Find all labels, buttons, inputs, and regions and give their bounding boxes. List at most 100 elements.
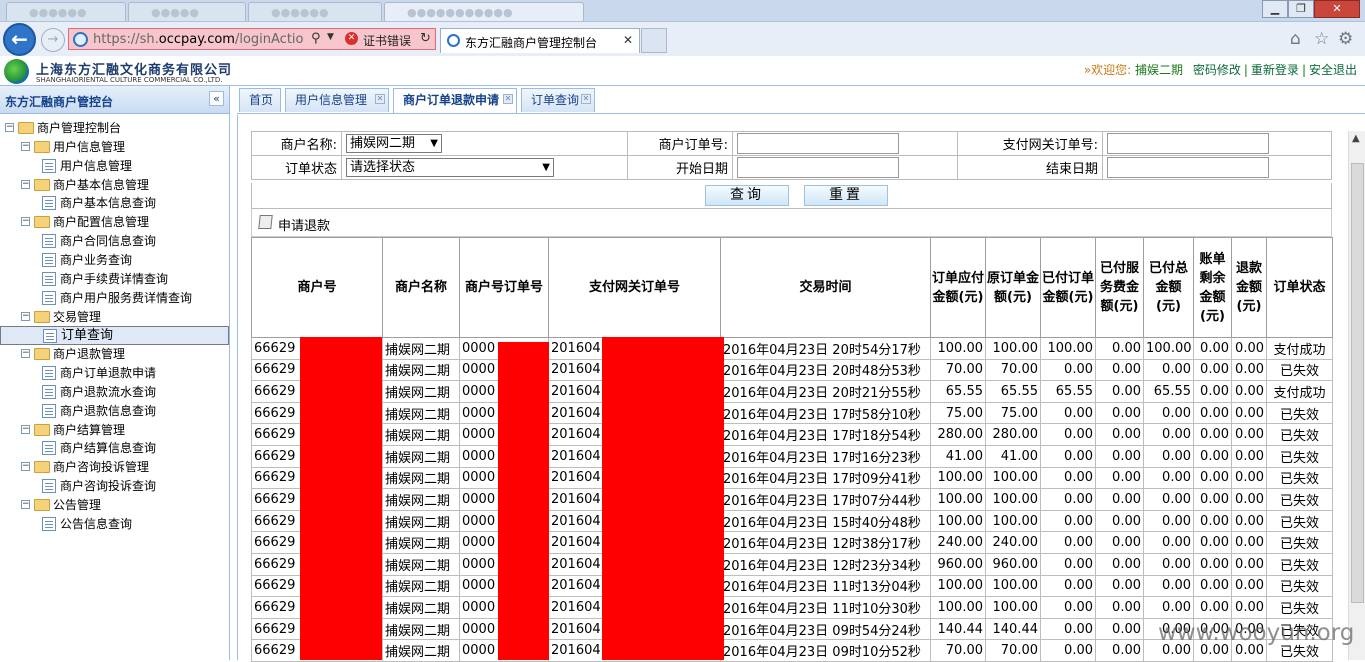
tree-item[interactable]: 商户手续费详情查询 <box>0 270 229 288</box>
home-icon[interactable]: ⌂ <box>1290 29 1301 49</box>
tree-item[interactable]: 商户咨询投诉查询 <box>0 477 229 495</box>
tree-item[interactable]: 商户合同信息查询 <box>0 232 229 250</box>
table-row[interactable]: 66629 捕娱网二期 0000 201604 2016年04月23日 17时07分44… <box>251 488 1333 511</box>
column-header[interactable]: 商户号订单号 <box>459 237 549 338</box>
tree-folder[interactable]: − 商户配置信息管理 <box>0 213 229 231</box>
collapse-toggle-icon[interactable]: − <box>21 424 30 434</box>
window-close-button[interactable]: ✕ <box>1314 0 1360 18</box>
chevron-down-icon[interactable]: ▼ <box>327 32 334 42</box>
column-header[interactable]: 退款金额(元) <box>1231 237 1267 338</box>
column-header[interactable]: 账单剩余金额(元) <box>1193 237 1232 338</box>
column-header[interactable]: 已付服务费金额(元) <box>1095 237 1144 338</box>
content-tab[interactable]: 商户订单退款申请 ✕ <box>393 88 517 113</box>
tree-item[interactable]: 商户业务查询 <box>0 251 229 269</box>
active-browser-tab[interactable]: 东方汇融商户管理控制台 ✕ <box>440 28 640 53</box>
collapse-toggle-icon[interactable]: − <box>21 462 30 472</box>
close-icon[interactable]: ✕ <box>581 94 591 104</box>
refresh-icon[interactable]: ↻ <box>420 31 431 46</box>
table-row[interactable]: 66629 捕娱网二期 0000 201604 2016年04月23日 17时18分54… <box>251 423 1333 446</box>
collapse-icon[interactable]: « <box>209 91 224 106</box>
background-tab[interactable]: ●●●●●● <box>6 2 126 21</box>
star-icon[interactable]: ☆ <box>1314 29 1329 49</box>
cert-error-label[interactable]: 证书错误 <box>363 32 411 49</box>
background-tab[interactable]: ●●●●●● <box>248 2 382 21</box>
collapse-toggle-icon[interactable]: − <box>21 349 30 359</box>
scrollbar-thumb[interactable] <box>1351 163 1364 603</box>
column-header[interactable]: 支付网关订单号 <box>548 237 721 338</box>
logout-link[interactable]: 安全退出 <box>1309 63 1357 77</box>
maximize-button[interactable]: ❐ <box>1288 0 1314 18</box>
tree-folder[interactable]: − 商户退款管理 <box>0 345 229 363</box>
table-row[interactable]: 66629 捕娱网二期 0000 201604 2016年04月23日 20时48分53… <box>251 358 1333 382</box>
gateway-order-input[interactable] <box>1107 133 1269 154</box>
table-row[interactable]: 66629 捕娱网二期 0000 201604 2016年04月23日 11时10分30… <box>251 596 1333 619</box>
table-row[interactable]: 66629 捕娱网二期 0000 201604 2016年04月23日 20时54分17… <box>251 337 1333 360</box>
new-tab-button[interactable] <box>641 28 667 53</box>
table-row[interactable]: 66629 捕娱网二期 0000 201604 2016年04月23日 11时13分04… <box>251 574 1333 598</box>
collapse-toggle-icon[interactable]: − <box>5 123 14 132</box>
column-header[interactable]: 商户号 <box>251 237 383 338</box>
minimize-button[interactable]: ▁ <box>1262 0 1288 18</box>
table-row[interactable]: 66629 捕娱网二期 0000 201604 2016年04月23日 12时23分34… <box>251 552 1333 576</box>
order-status-select[interactable]: 请选择状态 ▼ <box>346 158 554 177</box>
background-tab[interactable]: ●●●●● <box>128 2 246 21</box>
column-header[interactable]: 已付订单金额(元) <box>1040 237 1096 338</box>
content-tab[interactable]: 首页 <box>239 88 281 112</box>
tree-item[interactable]: 订单查询 <box>0 326 229 346</box>
tree-folder[interactable]: − 商户基本信息管理 <box>0 176 229 194</box>
tree-folder[interactable]: − 交易管理 <box>0 308 229 326</box>
search-icon[interactable]: ⚲ <box>311 31 321 46</box>
table-row[interactable]: 66629 捕娱网二期 0000 201604 2016年04月23日 17时58分10… <box>251 401 1333 425</box>
back-arrow-icon[interactable]: ← <box>3 23 36 56</box>
content-tab[interactable]: 用户信息管理 ✕ <box>285 88 389 112</box>
collapse-toggle-icon[interactable]: − <box>21 141 30 151</box>
table-row[interactable]: 66629 捕娱网二期 0000 201604 2016年04月23日 15时40分48… <box>251 509 1333 533</box>
tree-item[interactable]: 商户结算信息查询 <box>0 439 229 457</box>
edit-icon[interactable] <box>258 215 273 229</box>
content-tab[interactable]: 订单查询 ✕ <box>521 88 595 112</box>
column-header[interactable]: 原订单金额(元) <box>985 237 1041 338</box>
url-text[interactable]: https://sh.occpay.com/loginAction.ac <box>93 32 303 47</box>
tree-folder[interactable]: − 商户咨询投诉管理 <box>0 458 229 476</box>
tree-item[interactable]: 商户退款信息查询 <box>0 402 229 420</box>
end-date-input[interactable] <box>1107 157 1269 178</box>
close-icon[interactable]: ✕ <box>503 94 513 104</box>
tree-item[interactable]: 商户退款流水查询 <box>0 383 229 401</box>
column-header[interactable]: 交易时间 <box>720 237 931 338</box>
collapse-toggle-icon[interactable]: − <box>21 179 30 189</box>
collapse-toggle-icon[interactable]: − <box>21 217 30 227</box>
table-row[interactable]: 66629 捕娱网二期 0000 201604 2016年04月23日 20时21分55… <box>251 380 1333 403</box>
start-date-input[interactable] <box>737 157 899 178</box>
collapse-toggle-icon[interactable]: − <box>21 311 30 321</box>
table-row[interactable]: 66629 捕娱网二期 0000 201604 2016年04月23日 12时38分17… <box>251 531 1333 554</box>
tree-item[interactable]: 公告信息查询 <box>0 515 229 533</box>
cert-error-icon[interactable]: ✕ <box>345 32 358 45</box>
gear-icon[interactable]: ⚙ <box>1338 29 1353 49</box>
address-bar[interactable]: https://sh.occpay.com/loginAction.ac ⚲ ▼… <box>68 28 436 50</box>
column-header[interactable]: 订单应付金额(元) <box>930 237 986 338</box>
refund-request-button[interactable]: 申请退款 <box>278 215 330 234</box>
relogin-link[interactable]: 重新登录 <box>1251 63 1299 77</box>
tree-folder[interactable]: − 用户信息管理 <box>0 138 229 156</box>
vertical-scrollbar[interactable]: ▲ <box>1348 131 1365 660</box>
tree-item[interactable]: 商户用户服务费详情查询 <box>0 289 229 307</box>
forward-arrow-icon[interactable]: → <box>41 28 65 52</box>
close-icon[interactable]: ✕ <box>623 33 633 47</box>
merchant-order-input[interactable] <box>737 133 899 154</box>
tree-item[interactable]: 商户基本信息查询 <box>0 194 229 212</box>
collapse-toggle-icon[interactable]: − <box>21 500 30 509</box>
scroll-up-icon[interactable]: ▲ <box>1352 133 1360 144</box>
background-tab[interactable]: ●●●●●●●●●●● <box>384 2 584 21</box>
column-header[interactable]: 商户名称 <box>382 237 460 338</box>
change-password-link[interactable]: 密码修改 <box>1193 63 1241 77</box>
tree-folder[interactable]: − 商户管理控制台 <box>0 119 229 137</box>
tree-item[interactable]: 用户信息管理 <box>0 157 229 175</box>
column-header[interactable]: 订单状态 <box>1266 237 1333 338</box>
tree-folder[interactable]: − 商户结算管理 <box>0 421 229 439</box>
search-button[interactable]: 查询 <box>705 185 789 206</box>
tree-folder[interactable]: − 公告管理 <box>0 496 229 514</box>
tree-item[interactable]: 商户订单退款申请 <box>0 364 229 382</box>
column-header[interactable]: 已付总金额(元) <box>1143 237 1194 338</box>
reset-button[interactable]: 重置 <box>804 185 888 206</box>
table-row[interactable]: 66629 捕娱网二期 0000 201604 2016年04月23日 17时09分41… <box>251 466 1333 490</box>
